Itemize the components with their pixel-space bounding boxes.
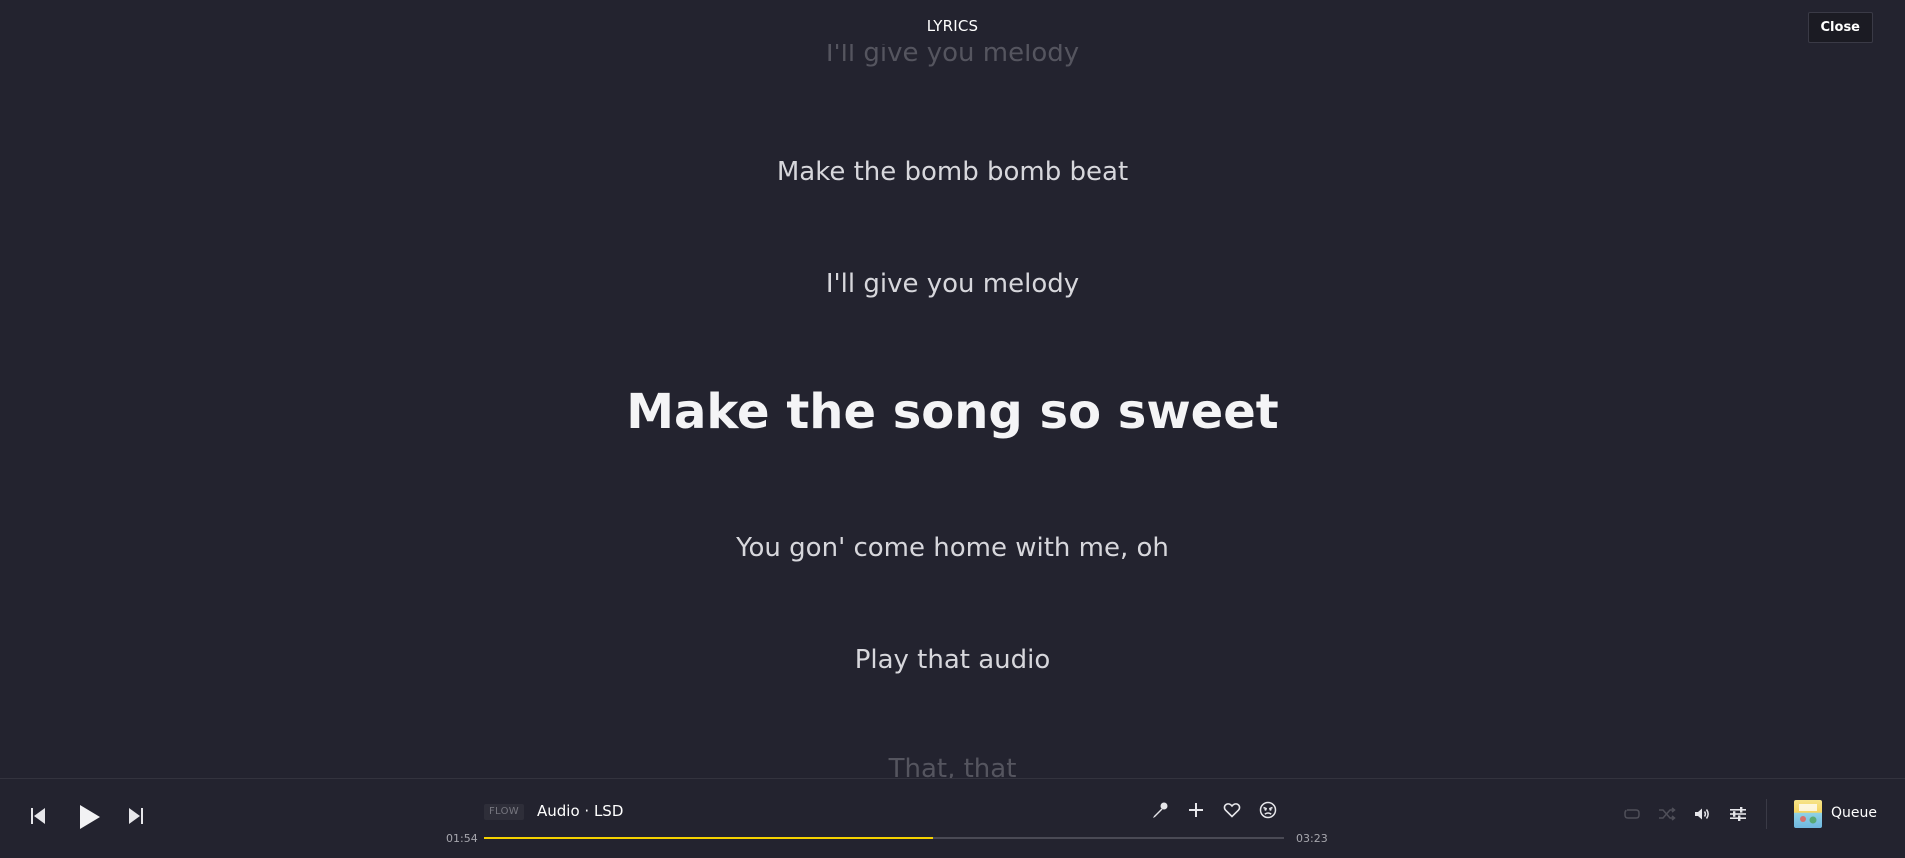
play-icon[interactable]: [78, 803, 102, 831]
repeat-icon[interactable]: [1623, 806, 1641, 822]
progress-bar[interactable]: [484, 837, 1284, 839]
queue-album-cover: [1794, 800, 1822, 828]
page-title: LYRICS: [926, 17, 979, 35]
current-lyric-line[interactable]: Make the song so sweet: [0, 384, 1905, 440]
lyric-line[interactable]: You gon' come home with me, oh: [0, 533, 1905, 563]
track-title[interactable]: Audio · LSD: [537, 802, 623, 820]
lyric-line[interactable]: Make the bomb bomb beat: [0, 157, 1905, 187]
close-button[interactable]: Close: [1807, 12, 1873, 43]
microphone-icon[interactable]: [1151, 801, 1169, 819]
lyric-line[interactable]: Play that audio: [0, 645, 1905, 675]
lyric-line[interactable]: That, that: [0, 754, 1905, 778]
lyric-line[interactable]: I'll give you melody: [0, 44, 1905, 68]
player-bar: FLOW Audio · LSD 01:54 03:23 Queue: [0, 778, 1905, 858]
divider: [1766, 799, 1767, 829]
plus-icon[interactable]: [1187, 801, 1205, 819]
heart-icon[interactable]: [1223, 801, 1241, 819]
frown-icon[interactable]: [1259, 801, 1277, 819]
shuffle-icon[interactable]: [1658, 806, 1676, 822]
lyrics-area: I'll give you melody Make the bomb bomb …: [0, 44, 1905, 778]
equalizer-icon[interactable]: [1729, 805, 1747, 823]
elapsed-time: 01:54: [446, 832, 478, 845]
skip-next-icon[interactable]: [128, 807, 144, 825]
progress-fill: [484, 837, 934, 839]
volume-icon[interactable]: [1693, 805, 1711, 823]
skip-previous-icon[interactable]: [30, 807, 46, 825]
flow-badge: FLOW: [484, 804, 524, 820]
duration-time: 03:23: [1296, 832, 1328, 845]
queue-label: Queue: [1831, 805, 1877, 821]
lyric-line[interactable]: I'll give you melody: [0, 269, 1905, 299]
lyrics-app: LYRICS Close I'll give you melody Make t…: [0, 0, 1905, 858]
